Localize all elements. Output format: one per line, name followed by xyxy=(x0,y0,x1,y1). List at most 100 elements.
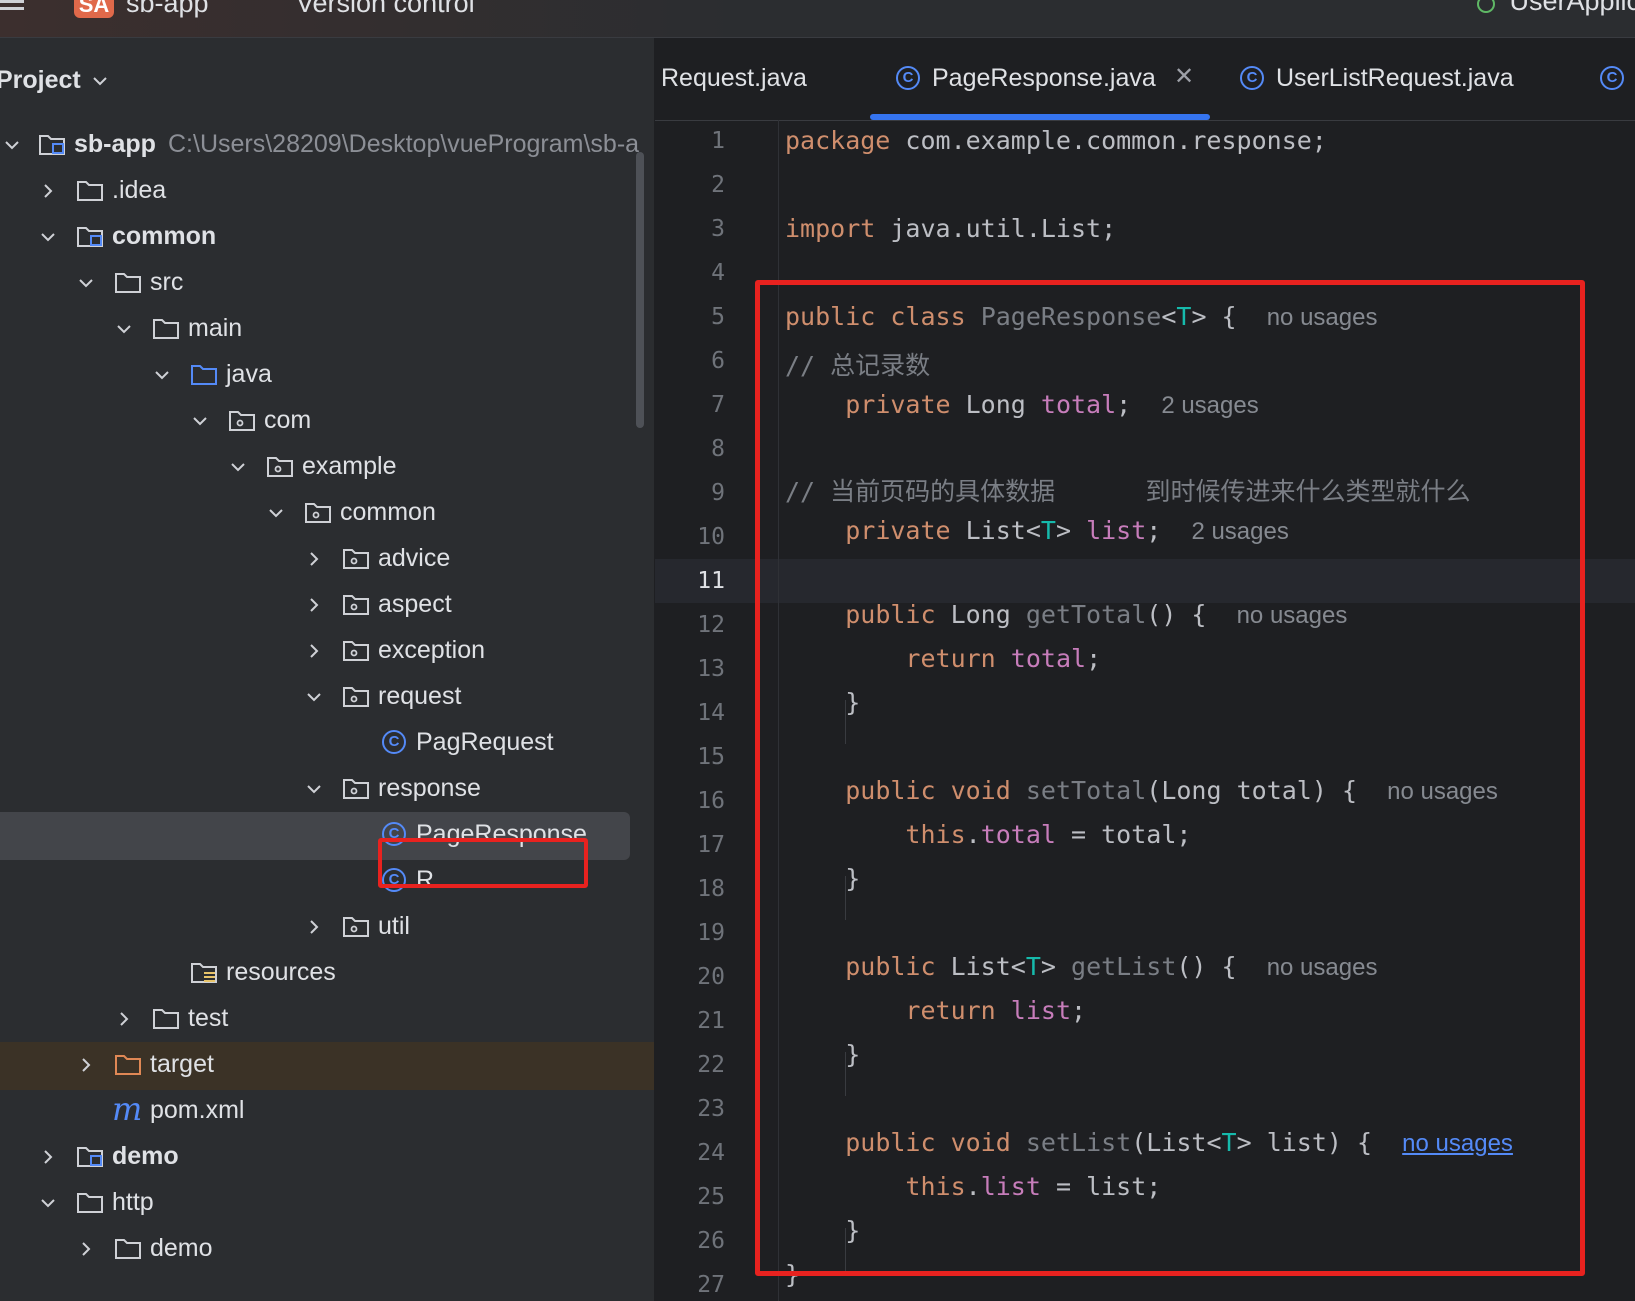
excluded-folder-icon xyxy=(115,1055,141,1075)
module-folder-icon xyxy=(77,1147,103,1167)
package-icon xyxy=(305,503,331,523)
package-icon xyxy=(229,411,255,431)
project-tool-window: Project sb-app C:\Users\28209\Desktop\vu… xyxy=(0,38,655,1301)
tree-label: http xyxy=(112,1188,154,1216)
tree-label: advice xyxy=(378,544,451,572)
folder-icon xyxy=(115,273,141,293)
tree-row[interactable]: demo xyxy=(0,1226,654,1274)
tree-row[interactable]: demo xyxy=(0,1134,654,1182)
version-control-menu[interactable]: Version control xyxy=(296,0,475,19)
chevron-down-icon[interactable] xyxy=(92,76,108,86)
tree-row[interactable]: exception xyxy=(0,628,654,676)
maven-icon: m xyxy=(112,1090,143,1128)
code-line: import java.util.List; xyxy=(785,214,1117,243)
tree-row[interactable]: common xyxy=(0,490,654,538)
main-menu-icon[interactable] xyxy=(0,0,24,14)
tree-label-root: sb-app xyxy=(74,130,156,158)
tree-label: .idea xyxy=(112,176,167,204)
tree-label: src xyxy=(150,268,184,296)
tab-user-list-request[interactable]: C UserListRequest.java xyxy=(1240,38,1540,120)
tab-label: PageResponse.java xyxy=(932,64,1156,92)
folder-icon xyxy=(153,319,179,339)
tree-row[interactable]: C PagRequest xyxy=(0,720,654,768)
tree-row[interactable]: target xyxy=(0,1042,654,1090)
tree-row[interactable]: request xyxy=(0,674,654,722)
chevron-right-icon[interactable] xyxy=(306,643,322,659)
chevron-right-icon[interactable] xyxy=(40,1149,56,1165)
chevron-down-icon[interactable] xyxy=(40,229,56,245)
tree-label: pom.xml xyxy=(150,1096,245,1124)
package-icon xyxy=(343,595,369,615)
tree-row[interactable]: example xyxy=(0,444,654,492)
project-badge[interactable]: SA xyxy=(74,0,114,18)
resources-folder-icon xyxy=(191,963,217,983)
chevron-right-icon[interactable] xyxy=(116,1011,132,1027)
tree-row[interactable]: main xyxy=(0,306,654,354)
package-icon xyxy=(343,549,369,569)
class-icon: C xyxy=(896,66,920,90)
chevron-right-icon[interactable] xyxy=(306,919,322,935)
editor-tabs: Request.java C PageResponse.java ✕ C Use… xyxy=(655,38,1635,121)
chevron-down-icon[interactable] xyxy=(230,459,246,475)
chevron-down-icon[interactable] xyxy=(40,1195,56,1211)
tab-request[interactable]: Request.java xyxy=(655,38,855,120)
run-configuration-selector[interactable]: UserApplic xyxy=(1472,0,1635,17)
title-bar: SA sb-app Version control UserApplic xyxy=(0,0,1635,38)
tree-row[interactable]: common xyxy=(0,214,654,262)
tree-row[interactable]: com xyxy=(0,398,654,446)
tab-label: UserListRequest.java xyxy=(1276,64,1514,92)
root-path: C:\Users\28209\Desktop\vueProgram\sb-a xyxy=(168,130,640,158)
chevron-down-icon[interactable] xyxy=(78,275,94,291)
tree-label: target xyxy=(150,1050,214,1078)
source-folder-icon xyxy=(191,365,217,385)
tree-row[interactable]: src xyxy=(0,260,654,308)
tree-label: main xyxy=(188,314,243,342)
package-icon xyxy=(343,779,369,799)
tree-row[interactable]: m pom.xml xyxy=(0,1088,654,1136)
chevron-down-icon[interactable] xyxy=(268,505,284,521)
tree-row[interactable]: advice xyxy=(0,536,654,584)
class-icon: C xyxy=(1600,66,1624,90)
tree-label: response xyxy=(378,774,481,802)
package-icon xyxy=(343,687,369,707)
tree-label: demo xyxy=(112,1142,179,1170)
tree-row[interactable]: resources xyxy=(0,950,654,998)
chevron-right-icon[interactable] xyxy=(78,1057,94,1073)
chevron-right-icon[interactable] xyxy=(78,1241,94,1257)
tree-label: exception xyxy=(378,636,486,664)
tree-label: request xyxy=(378,682,462,710)
chevron-down-icon[interactable] xyxy=(306,781,322,797)
tree-row[interactable]: test xyxy=(0,996,654,1044)
package-icon xyxy=(267,457,293,477)
tree-label: PagRequest xyxy=(416,728,554,756)
tree-label: java xyxy=(226,360,272,388)
project-panel-title[interactable]: Project xyxy=(0,66,81,95)
chevron-down-icon[interactable] xyxy=(154,367,170,383)
chevron-down-icon[interactable] xyxy=(192,413,208,429)
tree-label: demo xyxy=(150,1234,213,1262)
tab-overflow[interactable]: C xyxy=(1600,38,1635,120)
project-selector[interactable]: sb-app xyxy=(126,0,209,19)
folder-icon xyxy=(153,1009,179,1029)
tree-row[interactable]: http xyxy=(0,1180,654,1228)
chevron-down-icon[interactable] xyxy=(4,137,20,153)
tree-row[interactable]: util xyxy=(0,904,654,952)
tree-row[interactable]: aspect xyxy=(0,582,654,630)
class-icon: C xyxy=(1240,66,1264,90)
chevron-down-icon[interactable] xyxy=(116,321,132,337)
class-icon: C xyxy=(382,730,406,754)
tree-label: test xyxy=(188,1004,229,1032)
tree-label: com xyxy=(264,406,312,434)
chevron-right-icon[interactable] xyxy=(306,551,322,567)
chevron-down-icon[interactable] xyxy=(306,689,322,705)
tree-label: common xyxy=(340,498,436,526)
tree-row[interactable]: response xyxy=(0,766,654,814)
chevron-right-icon[interactable] xyxy=(306,597,322,613)
tree-row-root[interactable]: sb-app C:\Users\28209\Desktop\vueProgram… xyxy=(0,122,654,170)
chevron-right-icon[interactable] xyxy=(40,183,56,199)
close-icon[interactable]: ✕ xyxy=(1174,62,1194,91)
annotation-highlight-file xyxy=(378,838,588,888)
tree-row[interactable]: java xyxy=(0,352,654,400)
tree-row[interactable]: .idea xyxy=(0,168,654,216)
tab-page-response[interactable]: C PageResponse.java ✕ xyxy=(870,38,1210,120)
